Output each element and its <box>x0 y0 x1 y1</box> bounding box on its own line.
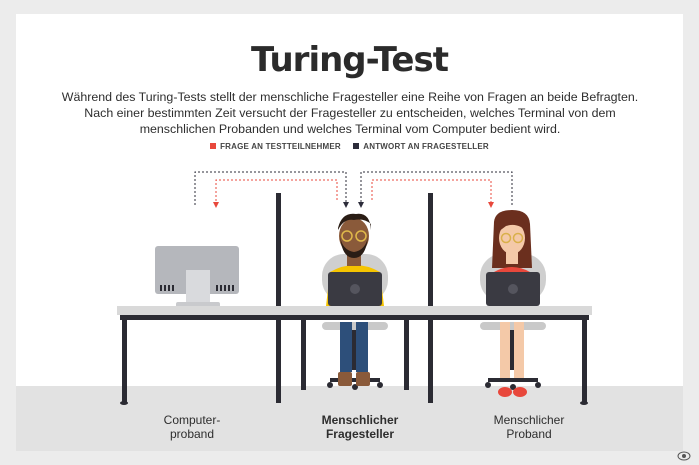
laptop-human <box>486 272 540 306</box>
computer-monitor <box>155 246 239 308</box>
label-computer-proband: Computer- proband <box>163 413 221 441</box>
brand-eye-icon <box>677 451 691 461</box>
label-human-questioner: Menschlicher Fragesteller <box>321 413 399 441</box>
answer-arrow-left <box>194 171 349 208</box>
turing-test-scene <box>117 171 592 405</box>
label-human-proband: Menschlicher Proband <box>493 413 565 441</box>
partition-right <box>428 193 433 403</box>
answer-arrow-right <box>358 171 513 208</box>
partition-left <box>276 193 281 403</box>
laptop-questioner <box>328 272 382 306</box>
